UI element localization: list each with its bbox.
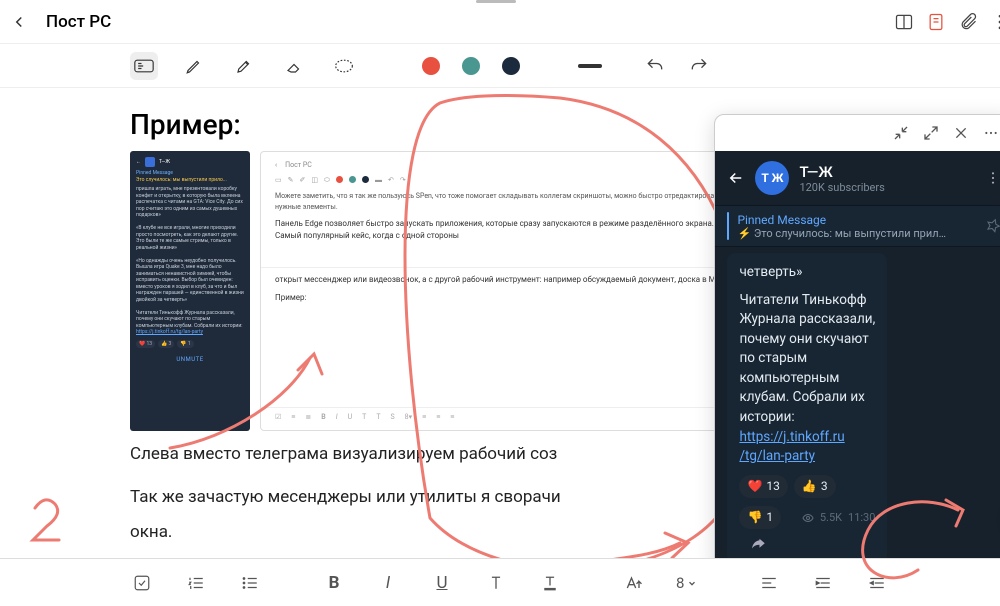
content-area: Пример: ← Т—Ж Pinned Message Это случило… bbox=[0, 88, 1000, 558]
format-bar: B I U 8 bbox=[0, 558, 1000, 606]
redo-icon[interactable] bbox=[688, 55, 710, 77]
message-body[interactable]: четверть» Читатели Тинькофф Журнала расс… bbox=[715, 253, 1000, 558]
document-title: Пост РС bbox=[46, 12, 883, 32]
undo-icon[interactable] bbox=[644, 55, 666, 77]
pin-icon bbox=[985, 218, 1000, 234]
minimize-icon[interactable] bbox=[893, 125, 909, 141]
react-thumbsup[interactable]: 👍 3 bbox=[794, 475, 836, 498]
text-tool[interactable] bbox=[130, 52, 158, 80]
drag-handle[interactable] bbox=[476, 0, 516, 3]
telegram-thumbnail[interactable]: ← Т—Ж Pinned Message Это случилось: мы в… bbox=[130, 151, 250, 431]
numbered-list-icon[interactable] bbox=[184, 574, 208, 592]
telegram-panel: Т Ж Т—Ж 120K subscribers Pinned Message … bbox=[715, 151, 1000, 558]
channel-subscribers: 120K subscribers bbox=[799, 181, 975, 194]
indent-button[interactable] bbox=[811, 574, 835, 592]
react-thumbsdown[interactable]: 👎 1 bbox=[739, 506, 781, 529]
underline-button[interactable]: U bbox=[430, 573, 454, 593]
message-meta: 5.5K 11:30 bbox=[802, 510, 876, 526]
close-icon[interactable] bbox=[953, 125, 969, 141]
stroke-width[interactable] bbox=[578, 61, 602, 71]
color-teal[interactable] bbox=[462, 57, 480, 75]
text-color-button[interactable] bbox=[538, 574, 562, 592]
drawing-toolbar bbox=[0, 44, 1000, 88]
more-icon[interactable] bbox=[989, 11, 1000, 33]
tg-more-icon[interactable] bbox=[985, 170, 1000, 186]
floating-window[interactable]: Т Ж Т—Ж 120K subscribers Pinned Message … bbox=[714, 114, 1000, 558]
channel-avatar[interactable]: Т Ж bbox=[755, 161, 789, 195]
align-button[interactable] bbox=[757, 574, 781, 592]
note-icon[interactable] bbox=[925, 11, 947, 33]
highlighter-tool[interactable] bbox=[230, 52, 258, 80]
window-more-icon[interactable] bbox=[983, 125, 999, 141]
react-heart[interactable]: ❤️ 13 bbox=[739, 475, 787, 498]
font-family-button[interactable] bbox=[622, 574, 646, 592]
outdent-button[interactable] bbox=[865, 574, 889, 592]
attach-icon[interactable] bbox=[957, 11, 979, 33]
italic-button[interactable]: I bbox=[376, 573, 400, 593]
eraser-tool[interactable] bbox=[280, 52, 308, 80]
maximize-icon[interactable] bbox=[923, 125, 939, 141]
text-format-button[interactable] bbox=[484, 574, 508, 592]
channel-name[interactable]: Т—Ж bbox=[799, 163, 975, 181]
back-icon[interactable] bbox=[8, 11, 30, 33]
color-red[interactable] bbox=[422, 57, 440, 75]
topbar: Пост РС bbox=[0, 0, 1000, 44]
checkbox-icon[interactable] bbox=[130, 574, 154, 592]
bullet-list-icon[interactable] bbox=[238, 574, 262, 592]
tg-back-icon[interactable] bbox=[727, 169, 745, 187]
bold-button[interactable]: B bbox=[322, 573, 346, 593]
font-size-button[interactable]: 8 bbox=[676, 574, 697, 592]
color-navy[interactable] bbox=[502, 57, 520, 75]
message-link[interactable]: https://j.tinkoff.ru/tg/lan-party bbox=[739, 429, 844, 465]
pen-tool[interactable] bbox=[180, 52, 208, 80]
reader-icon[interactable] bbox=[893, 11, 915, 33]
pinned-message[interactable]: Pinned Message ⚡ Это случилось: мы выпус… bbox=[715, 205, 1000, 247]
lasso-tool[interactable] bbox=[330, 52, 358, 80]
share-icon[interactable] bbox=[749, 535, 767, 553]
